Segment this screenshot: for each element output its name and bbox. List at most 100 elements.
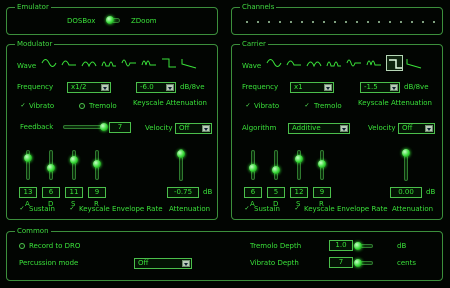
- carrier-attenuation-slider[interactable]: [402, 149, 410, 181]
- common-tremolo-depth-value[interactable]: 1.0: [329, 240, 353, 251]
- carrier-s-slider[interactable]: [295, 150, 303, 180]
- modulator-sustain-check-icon[interactable]: ✓: [19, 206, 25, 212]
- carrier-keyscale-select[interactable]: -1.5: [360, 82, 400, 93]
- wave-sine-icon[interactable]: [266, 56, 282, 70]
- carrier-panel: Carrier Wave Frequency x1 -1.5 dB/8ve ✓ …: [231, 40, 443, 220]
- modulator-keyscale-select[interactable]: -6.0: [136, 82, 176, 93]
- channel-indicator: [279, 21, 281, 23]
- chevron-down-icon[interactable]: [340, 125, 348, 132]
- carrier-d-value[interactable]: 5: [267, 187, 285, 198]
- carrier-attenuation-knob[interactable]: [402, 149, 410, 157]
- modulator-keyscale-unit: dB/8ve: [180, 83, 205, 91]
- carrier-algorithm-label: Algorithm: [242, 124, 277, 132]
- modulator-keyscale-env-label[interactable]: Keyscale Envelope Rate: [79, 205, 163, 213]
- wave-camel-sine-icon[interactable]: [141, 56, 157, 70]
- modulator-r-knob[interactable]: [93, 159, 101, 168]
- carrier-d-slider[interactable]: [272, 150, 280, 180]
- wave-pulse-sine-icon[interactable]: [101, 56, 117, 70]
- modulator-r-slider[interactable]: [93, 150, 101, 180]
- emulator-toggle[interactable]: [106, 16, 120, 24]
- carrier-s-value[interactable]: 12: [290, 187, 308, 198]
- wave-square-icon[interactable]: [161, 56, 177, 70]
- common-record-label[interactable]: Record to DRO: [29, 242, 80, 250]
- emulator-option-zdoom[interactable]: ZDoom: [131, 17, 157, 25]
- modulator-velocity-value: Off: [179, 124, 190, 132]
- common-percussion-select[interactable]: Off: [134, 258, 192, 269]
- wave-alt-sine-icon[interactable]: [121, 56, 137, 70]
- carrier-r-value[interactable]: 9: [313, 187, 331, 198]
- modulator-attenuation-knob[interactable]: [177, 150, 185, 159]
- modulator-d-value[interactable]: 6: [42, 187, 60, 198]
- modulator-s-value[interactable]: 11: [65, 187, 83, 198]
- common-record-radio[interactable]: [19, 243, 25, 249]
- modulator-attenuation-unit: dB: [203, 188, 213, 196]
- common-vibrato-depth-knob[interactable]: [354, 259, 362, 267]
- modulator-tremolo-radio[interactable]: [79, 103, 85, 109]
- chevron-down-icon[interactable]: [324, 84, 332, 91]
- carrier-velocity-select[interactable]: Off: [398, 123, 435, 134]
- wave-camel-sine-icon[interactable]: [366, 56, 382, 70]
- modulator-keyscale-env-check-icon[interactable]: ✓: [69, 206, 75, 212]
- modulator-sustain-label[interactable]: Sustain: [29, 205, 55, 213]
- wave-alt-sine-icon[interactable]: [346, 56, 362, 70]
- chevron-down-icon[interactable]: [390, 84, 398, 91]
- chevron-down-icon[interactable]: [166, 84, 174, 91]
- carrier-a-value[interactable]: 6: [244, 187, 262, 198]
- wave-half-sine-icon[interactable]: [286, 56, 302, 70]
- modulator-attenuation-slider[interactable]: [177, 149, 185, 181]
- wave-square-icon[interactable]: [386, 55, 403, 71]
- carrier-attenuation-value[interactable]: 0.00: [390, 187, 422, 198]
- modulator-d-slider[interactable]: [47, 150, 55, 180]
- chevron-down-icon[interactable]: [182, 260, 190, 267]
- common-vibrato-depth-slider[interactable]: [354, 259, 373, 267]
- modulator-feedback-slider[interactable]: [63, 123, 108, 131]
- carrier-tremolo-label[interactable]: Tremolo: [314, 102, 342, 110]
- carrier-vibrato-label[interactable]: Vibrato: [254, 102, 279, 110]
- modulator-s-knob[interactable]: [70, 156, 78, 165]
- chevron-down-icon[interactable]: [202, 125, 210, 132]
- carrier-a-slider[interactable]: [249, 150, 257, 180]
- modulator-d-knob[interactable]: [47, 164, 55, 173]
- modulator-vibrato-label[interactable]: Vibrato: [29, 102, 54, 110]
- common-tremolo-depth-slider[interactable]: [354, 242, 373, 250]
- common-vibrato-depth-value[interactable]: 7: [329, 257, 353, 268]
- modulator-a-knob[interactable]: [24, 153, 32, 162]
- modulator-feedback-knob[interactable]: [100, 123, 108, 131]
- carrier-d-knob[interactable]: [272, 166, 280, 175]
- modulator-feedback-value[interactable]: 7: [109, 122, 131, 133]
- carrier-sustain-check-icon[interactable]: ✓: [244, 206, 250, 212]
- emulator-toggle-knob[interactable]: [106, 16, 114, 24]
- modulator-a-slider[interactable]: [24, 150, 32, 180]
- common-tremolo-depth-knob[interactable]: [354, 242, 362, 250]
- wave-half-sine-icon[interactable]: [61, 56, 77, 70]
- carrier-tremolo-check-icon[interactable]: ✓: [304, 103, 310, 109]
- carrier-s-knob[interactable]: [295, 154, 303, 163]
- carrier-frequency-label: Frequency: [242, 83, 279, 91]
- wave-pulse-sine-icon[interactable]: [326, 56, 342, 70]
- modulator-s-slider[interactable]: [70, 150, 78, 180]
- carrier-vibrato-check-icon[interactable]: ✓: [245, 103, 251, 109]
- carrier-keyscale-env-label[interactable]: Keyscale Envelope Rate: [304, 205, 388, 213]
- modulator-r-value[interactable]: 9: [88, 187, 106, 198]
- wave-abs-sine-icon[interactable]: [81, 56, 97, 70]
- carrier-frequency-select[interactable]: x1: [290, 82, 334, 93]
- wave-abs-sine-icon[interactable]: [306, 56, 322, 70]
- carrier-r-knob[interactable]: [318, 159, 326, 168]
- wave-sine-icon[interactable]: [41, 56, 57, 70]
- carrier-keyscale-env-check-icon[interactable]: ✓: [294, 206, 300, 212]
- modulator-attenuation-value[interactable]: -0.75: [167, 187, 199, 198]
- modulator-a-value[interactable]: 13: [19, 187, 37, 198]
- modulator-vibrato-check-icon[interactable]: ✓: [20, 103, 26, 109]
- carrier-a-knob[interactable]: [249, 164, 257, 173]
- emulator-option-dosbox[interactable]: DOSBox: [67, 17, 95, 25]
- carrier-algorithm-select[interactable]: Additive: [288, 123, 350, 134]
- wave-saw-icon[interactable]: [406, 56, 422, 70]
- modulator-velocity-select[interactable]: Off: [175, 123, 212, 134]
- chevron-down-icon[interactable]: [425, 125, 433, 132]
- carrier-sustain-label[interactable]: Sustain: [254, 205, 280, 213]
- wave-saw-icon[interactable]: [181, 56, 197, 70]
- modulator-tremolo-label[interactable]: Tremolo: [89, 102, 117, 110]
- carrier-r-slider[interactable]: [318, 150, 326, 180]
- chevron-down-icon[interactable]: [101, 84, 109, 91]
- modulator-frequency-select[interactable]: x1/2: [67, 82, 111, 93]
